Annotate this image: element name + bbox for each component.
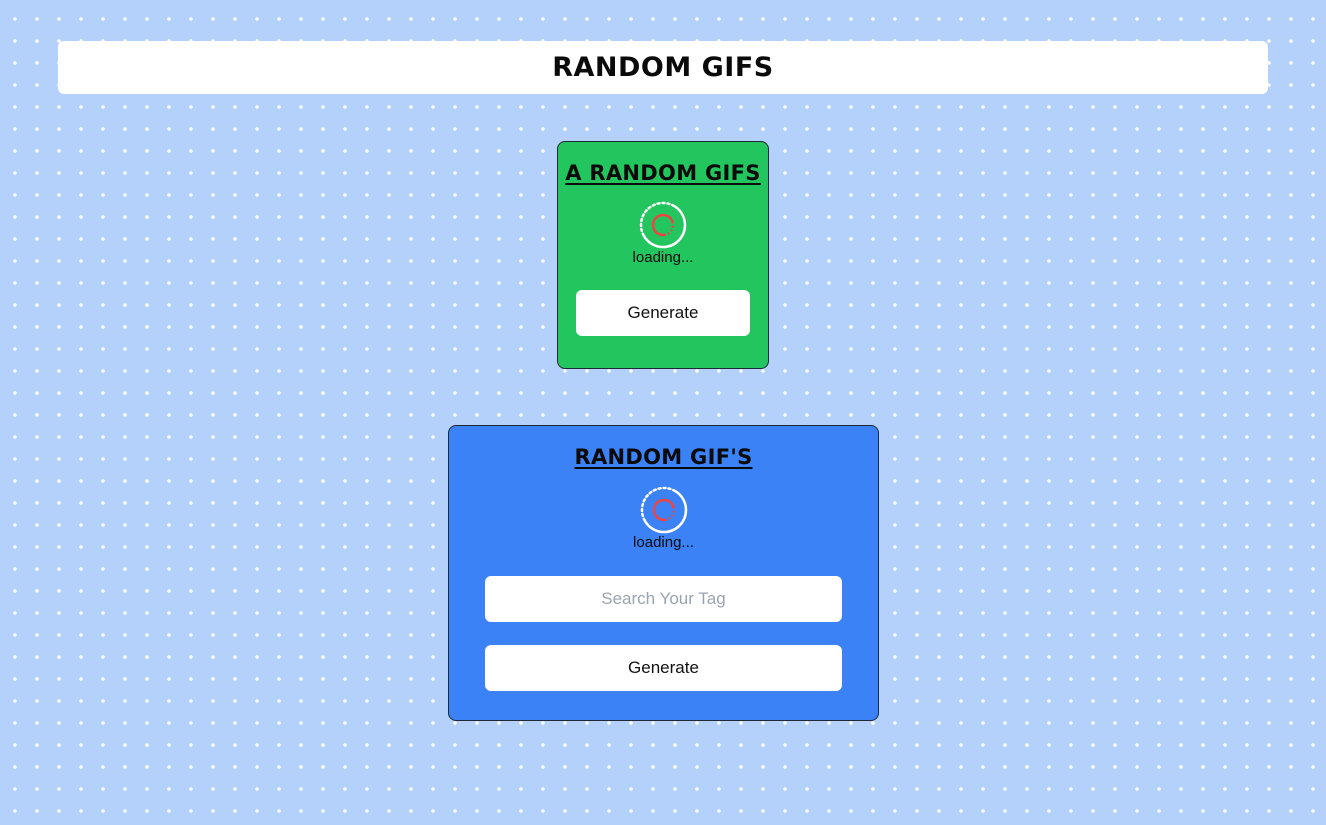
page-title: RANDOM GIFS — [552, 52, 774, 83]
loading-spinner-icon — [639, 201, 687, 249]
random-gif-card-title: A RANDOM GIFS — [565, 161, 761, 185]
tag-search-input[interactable] — [485, 576, 842, 622]
random-gif-card: A RANDOM GIFS loading... Generate — [557, 141, 769, 369]
loading-text: loading... — [633, 534, 694, 551]
generate-button[interactable]: Generate — [576, 290, 750, 336]
page-header: RANDOM GIFS — [58, 41, 1268, 94]
loading-text: loading... — [632, 249, 694, 266]
tag-gif-card-title: RANDOM GIF'S — [574, 445, 753, 469]
tag-gif-card: RANDOM GIF'S loading... Generate — [448, 425, 879, 721]
generate-tag-button[interactable]: Generate — [485, 645, 842, 691]
loading-spinner-icon — [640, 486, 687, 534]
